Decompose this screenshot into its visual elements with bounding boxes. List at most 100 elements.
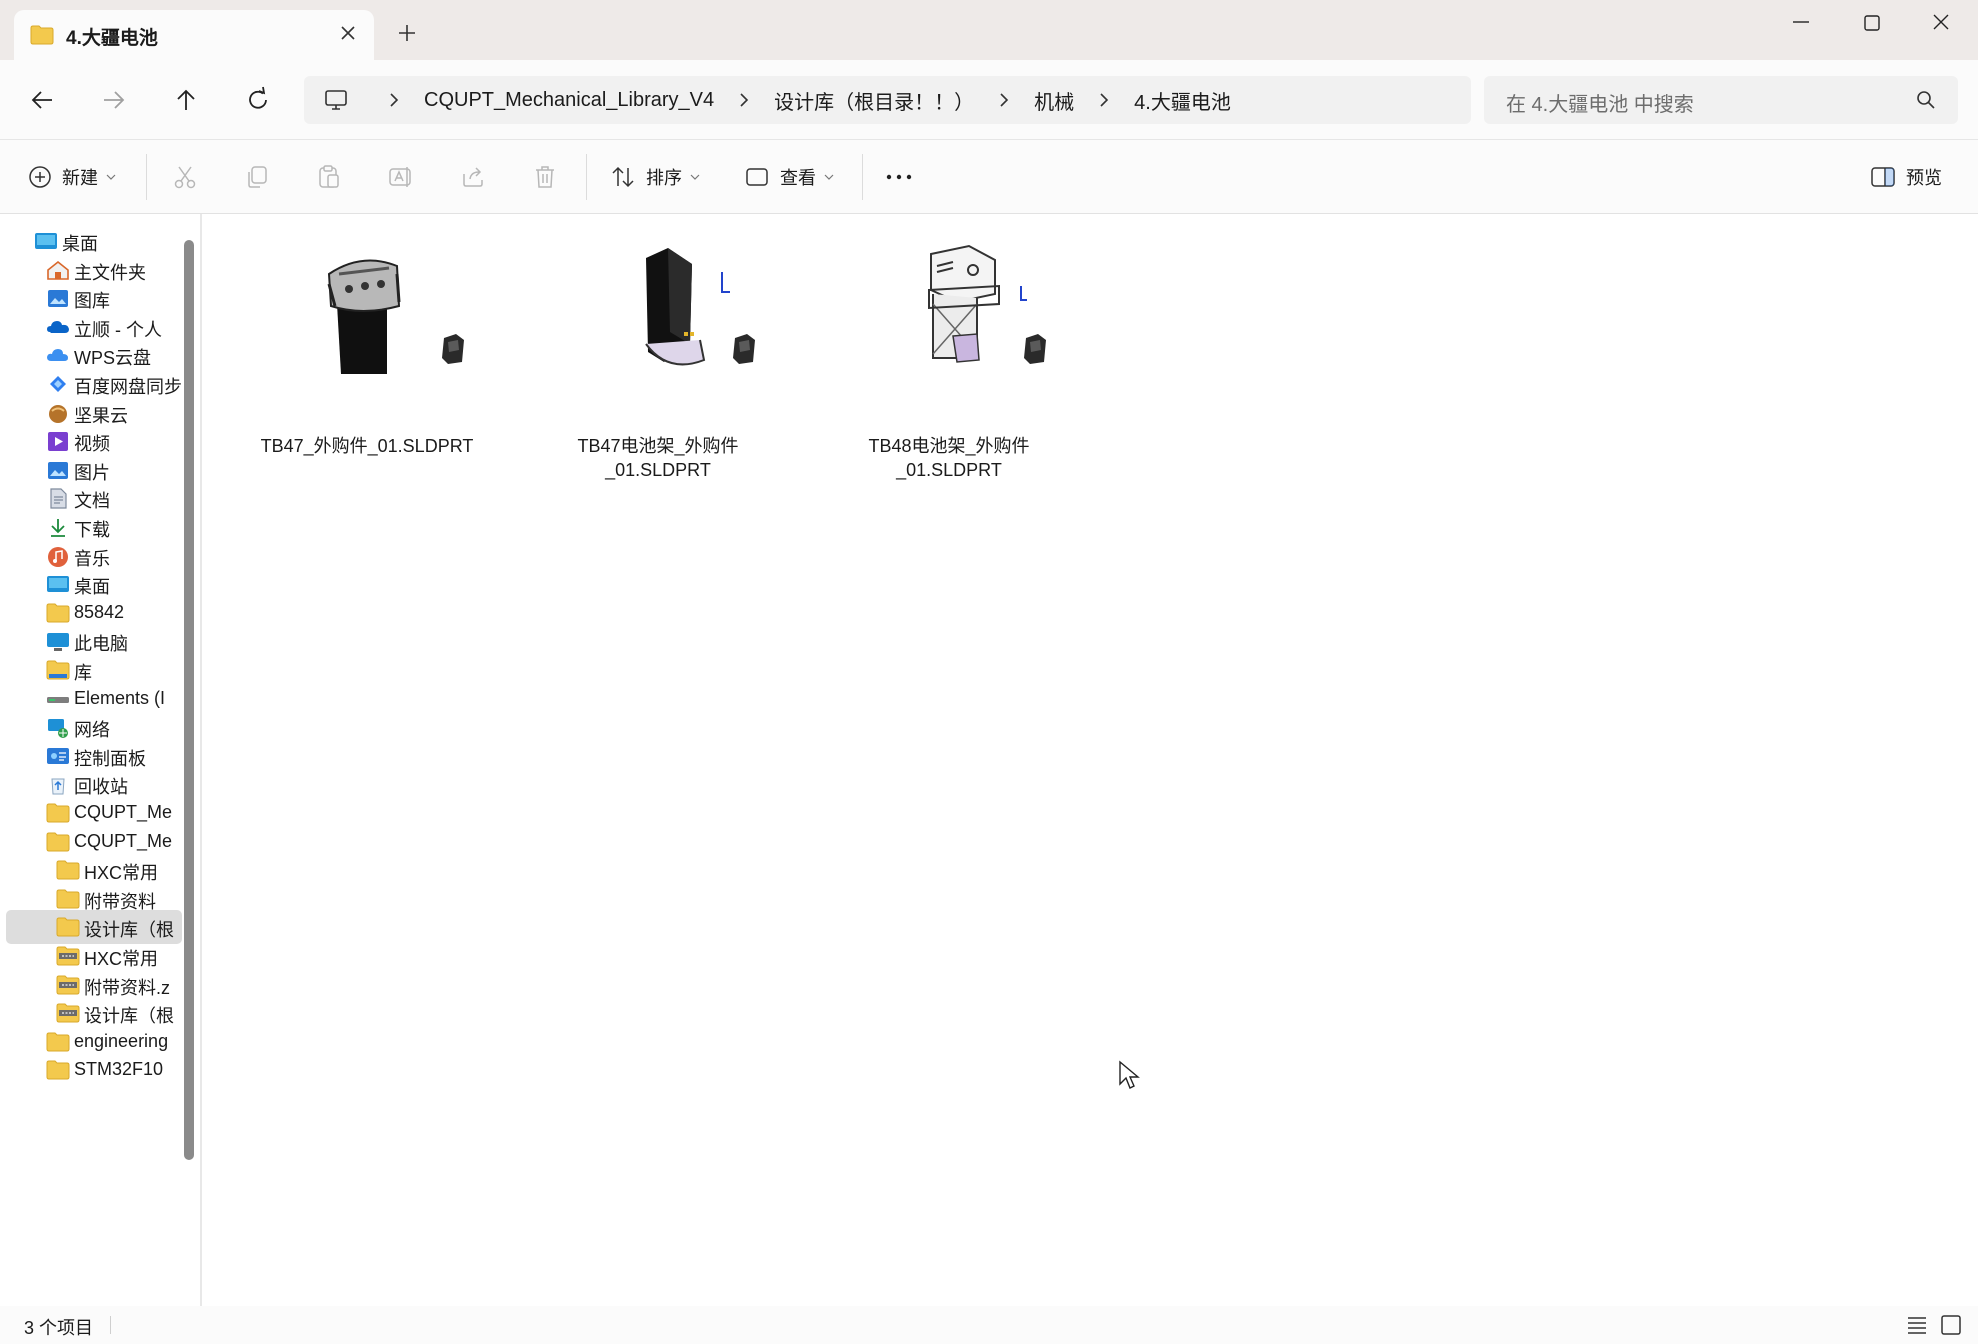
music-icon — [48, 546, 68, 567]
file-name: TB48电池架_外购件 _01.SLDPRT — [824, 434, 1074, 482]
view-button[interactable]: 查看 — [744, 140, 834, 214]
close-window-icon[interactable] — [1906, 0, 1976, 44]
address-bar[interactable]: CQUPT_Mechanical_Library_V4 设计库（根目录！！） 机… — [304, 76, 1471, 124]
share-button[interactable] — [460, 140, 486, 214]
drive-icon — [47, 696, 69, 703]
view-label: 查看 — [780, 168, 816, 188]
sidebar-item[interactable]: STM32F10 — [6, 1053, 182, 1087]
item-count: 3 个项目 — [24, 1318, 94, 1338]
divider — [146, 154, 147, 200]
sldprt-thumbnail-icon — [645, 248, 730, 366]
breadcrumb-item[interactable]: 机械 — [1034, 86, 1074, 115]
folder-icon — [56, 889, 80, 909]
sldprt-thumbnail-icon — [327, 259, 401, 374]
folder-icon — [46, 603, 70, 623]
divider — [586, 154, 587, 200]
navigation-bar: CQUPT_Mechanical_Library_V4 设计库（根目录！！） 机… — [0, 60, 1978, 140]
folder-icon — [30, 25, 54, 45]
solidworks-badge-icon — [442, 334, 464, 364]
new-tab-icon[interactable] — [394, 20, 420, 46]
back-icon[interactable] — [22, 82, 62, 118]
details-view-icon[interactable] — [1906, 1314, 1928, 1336]
folder-icon — [56, 860, 80, 880]
preview-label: 预览 — [1906, 168, 1942, 188]
maximize-icon[interactable] — [1836, 0, 1906, 44]
file-item[interactable]: TB47_外购件_01.SLDPRT — [242, 234, 492, 474]
breadcrumb: CQUPT_Mechanical_Library_V4 设计库（根目录！！） 机… — [364, 76, 1231, 124]
sidebar-item-label: engineering — [74, 1030, 169, 1051]
search-input[interactable]: 在 4.大疆电池 中搜索 — [1484, 76, 1958, 124]
chevron-right-icon[interactable] — [1098, 92, 1110, 108]
this-pc-icon — [47, 633, 69, 652]
file-name-line: _01.SLDPRT — [896, 460, 1002, 480]
chevron-right-icon[interactable] — [738, 92, 750, 108]
breadcrumb-item[interactable]: 设计库（根目录！！） — [774, 86, 974, 115]
copy-button[interactable] — [244, 140, 270, 214]
rename-icon — [389, 167, 411, 187]
folder-icon — [46, 1060, 70, 1080]
library-icon — [46, 660, 70, 680]
control-panel-icon — [47, 747, 69, 764]
folder-icon — [46, 1032, 70, 1052]
pictures-icon — [48, 461, 68, 479]
sidebar-scrollbar[interactable] — [184, 240, 194, 1160]
file-name-line: TB48电池架_外购件 — [868, 436, 1030, 456]
rename-button[interactable] — [388, 140, 414, 214]
desktop-icon — [47, 576, 69, 593]
view-icon — [746, 168, 768, 186]
file-name: TB47电池架_外购件 _01.SLDPRT — [533, 434, 783, 482]
solidworks-badge-icon — [733, 334, 755, 364]
minimize-icon[interactable] — [1766, 0, 1836, 44]
tab-current-folder[interactable]: 4.大疆电池 — [14, 10, 374, 60]
gallery-icon — [48, 290, 68, 308]
sidebar-item-label: STM32F10 — [74, 1059, 164, 1080]
title-bar: 4.大疆电池 — [0, 0, 1978, 60]
folder-icon — [56, 917, 80, 937]
zip-folder-icon — [56, 975, 80, 995]
cut-icon — [174, 166, 196, 189]
more-icon — [886, 174, 912, 180]
sort-button[interactable]: 排序 — [610, 140, 700, 214]
search-placeholder: 在 4.大疆电池 中搜索 — [1506, 94, 1694, 116]
scrollbar-thumb[interactable] — [184, 240, 194, 1160]
chevron-right-icon[interactable] — [998, 92, 1010, 108]
documents-icon — [50, 488, 67, 509]
close-tab-icon[interactable] — [338, 23, 358, 43]
more-options-button[interactable] — [884, 140, 914, 214]
up-icon[interactable] — [166, 82, 206, 118]
new-button[interactable]: 新建 — [28, 140, 116, 214]
network-icon — [48, 719, 68, 739]
file-list: TB47_外购件_01.SLDPRT TB47电池架_外购件 _01.SLDPR… — [202, 214, 1978, 1306]
sidebar-item-label: 85842 — [74, 601, 125, 622]
chevron-down-icon — [106, 174, 116, 180]
large-icons-view-icon[interactable] — [1940, 1314, 1962, 1336]
home-icon — [47, 260, 69, 280]
command-bar: 新建 排序 查看 预览 — [0, 140, 1978, 214]
folder-icon — [46, 803, 70, 823]
paste-button[interactable] — [316, 140, 342, 214]
cut-button[interactable] — [172, 140, 198, 214]
sidebar-item-label: Elements (I — [74, 687, 166, 708]
breadcrumb-item[interactable]: 4.大疆电池 — [1134, 86, 1231, 115]
zip-folder-icon — [56, 946, 80, 966]
chevron-down-icon — [824, 174, 834, 180]
file-item[interactable]: TB47电池架_外购件 _01.SLDPRT — [533, 234, 783, 480]
desktop-icon — [35, 233, 57, 249]
preview-pane-button[interactable]: 预览 — [1870, 140, 1942, 214]
forward-icon[interactable] — [94, 82, 134, 118]
mouse-cursor-icon — [1119, 1060, 1140, 1089]
file-item[interactable]: TB48电池架_外购件 _01.SLDPRT — [824, 234, 1074, 480]
sidebar-item-label: CQUPT_Me — [74, 802, 173, 822]
navigation-pane: 桌面 主文件夹 图库 立顺 - 个人 WPS云盘 百度网盘同步 坚果云 视频 图片 文档 下载 音乐桌… — [0, 214, 198, 1306]
chevron-down-icon — [690, 174, 700, 180]
recycle-bin-icon — [51, 778, 65, 795]
paste-icon — [319, 165, 339, 188]
delete-button[interactable] — [532, 140, 558, 214]
download-icon — [51, 519, 65, 537]
computer-icon — [325, 90, 347, 110]
breadcrumb-item[interactable]: CQUPT_Mechanical_Library_V4 — [424, 89, 714, 112]
search-icon[interactable] — [1916, 90, 1936, 110]
solidworks-badge-icon — [1024, 334, 1046, 364]
onedrive-icon — [47, 320, 69, 333]
refresh-icon[interactable] — [238, 82, 278, 118]
